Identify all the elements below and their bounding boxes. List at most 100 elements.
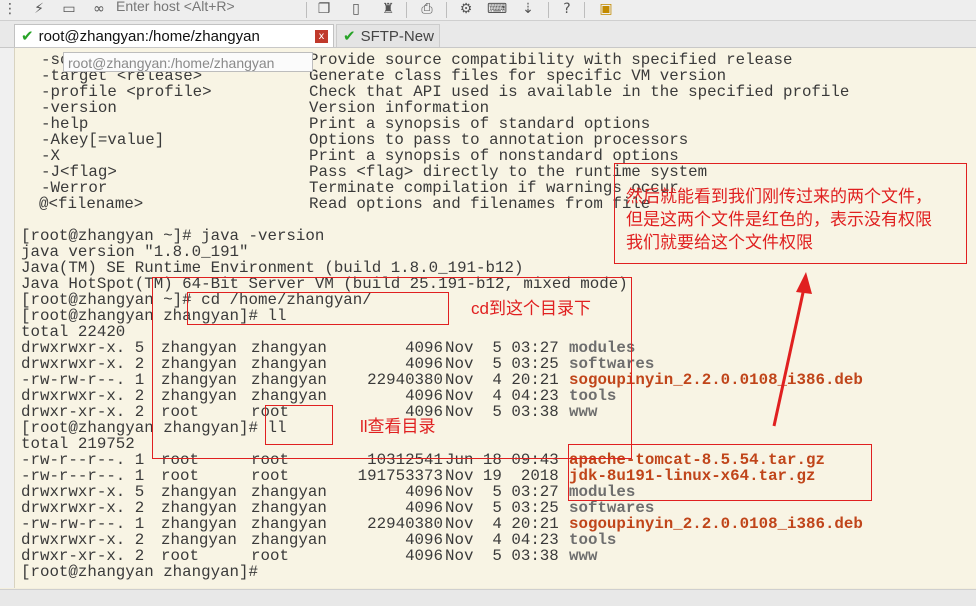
tab-label: SFTP-New	[360, 27, 434, 45]
file-size: 4096	[405, 483, 443, 501]
keymap-icon[interactable]: ⌨	[486, 1, 508, 17]
file-size: 4096	[405, 531, 443, 549]
help-option-row: -X Print a synopsis of nonstandard option…	[15, 148, 955, 164]
file-date: Nov 5 03:27	[445, 483, 559, 501]
file-owner: zhangyan	[161, 499, 237, 517]
toolbar-divider	[306, 2, 307, 18]
connected-check-icon: ✔	[21, 27, 34, 45]
option-flag: -help	[41, 115, 89, 133]
file-owner: root	[161, 547, 199, 565]
annotation-main-note-line2: 但是这两个文件是红色的，表示没有权限	[626, 210, 932, 229]
option-description: Print a synopsis of nonstandard options	[309, 147, 679, 165]
help-option-row: -version Version information	[15, 100, 955, 116]
option-flag: @<filename>	[39, 195, 144, 213]
file-name: sogoupinyin_2.2.0.0108_i386.deb	[569, 515, 863, 533]
toolbar-divider	[548, 2, 549, 18]
option-description: Generate class files for specific VM ver…	[309, 67, 727, 85]
annotation-cd-note: cd到这个目录下	[471, 299, 591, 318]
file-size: 22940380	[367, 515, 443, 533]
annotation-box-cd-command	[187, 292, 449, 325]
toolbar-divider	[406, 2, 407, 18]
listing-row: -rw-rw-r--. 1 zhangyan zhangyan 22940380 Nov…	[21, 516, 961, 532]
help-option-row: -Akey[=value] Options to pass to annotati…	[15, 132, 955, 148]
file-permissions: drwxr-xr-x. 2	[21, 547, 145, 565]
flash-icon[interactable]: ⚡	[30, 1, 48, 17]
host-input[interactable]: Enter host <Alt+R>	[116, 0, 296, 16]
link-icon[interactable]: ∞	[88, 1, 110, 17]
tab-tooltip: root@zhangyan:/home/zhangyan	[63, 52, 313, 72]
annotation-main-note-line1: 然后就能看到我们刚传过来的两个文件，	[626, 187, 932, 206]
toolbar-divider	[584, 2, 585, 18]
option-description: Print a synopsis of standard options	[309, 115, 651, 133]
option-description: Read options and filenames from file	[309, 195, 651, 213]
file-date: Nov 4 04:23	[445, 531, 559, 549]
connected-check-icon: ✔	[343, 27, 356, 45]
file-size: 191753373	[357, 467, 443, 485]
file-date: Nov 5 03:38	[445, 547, 559, 565]
file-name: www	[569, 547, 598, 565]
file-permissions: -rw-r--r--. 1	[21, 451, 145, 469]
file-permissions: drwxrwxr-x. 5	[21, 339, 145, 357]
left-gutter	[0, 48, 14, 588]
file-owner: zhangyan	[161, 515, 237, 533]
file-group: root	[251, 467, 289, 485]
file-permissions: -rw-rw-r--. 1	[21, 371, 145, 389]
terminal-prompt[interactable]: [root@zhangyan zhangyan]#	[21, 564, 961, 580]
option-description: Provide source compatibility with specif…	[309, 51, 793, 69]
file-permissions: drwxrwxr-x. 2	[21, 355, 145, 373]
option-description: Version information	[309, 99, 490, 117]
file-size: 4096	[405, 547, 443, 565]
sftp-icon[interactable]: ⇣	[518, 1, 538, 17]
file-name: tools	[569, 531, 617, 549]
option-flag: -Akey[=value]	[41, 131, 165, 149]
annotation-arrow	[772, 272, 812, 427]
file-date: Nov 19 2018	[445, 467, 559, 485]
option-flag: -J<flag>	[41, 163, 117, 181]
help-option-row: -profile <profile> Check that API used is…	[15, 84, 955, 100]
tab-close-button[interactable]: x	[315, 30, 328, 43]
annotation-ll-note: ll查看目录	[360, 417, 436, 436]
listing-row: drwxrwxr-x. 2 zhangyan zhangyan 4096 Nov 4 0…	[21, 532, 961, 548]
settings-icon[interactable]: ⚙	[456, 1, 476, 17]
tab-root-session[interactable]: ✔ root@zhangyan:/home/zhangyan x	[14, 24, 334, 47]
file-permissions: drwxr-xr-x. 2	[21, 403, 145, 421]
file-name: softwares	[569, 499, 655, 517]
file-permissions: drwxrwxr-x. 2	[21, 387, 145, 405]
file-permissions: drwxrwxr-x. 5	[21, 483, 145, 501]
file-owner: zhangyan	[161, 531, 237, 549]
lock-icon[interactable]: ▣	[596, 1, 616, 17]
option-flag: -profile <profile>	[41, 83, 212, 101]
tab-bar: ✔ root@zhangyan:/home/zhangyan x ✔ SFTP-…	[0, 21, 976, 48]
horizontal-scrollbar[interactable]	[0, 589, 976, 606]
annotation-box-new-files	[568, 444, 872, 501]
find-icon[interactable]: ♜	[378, 1, 398, 17]
listing-row: drwxr-xr-x. 2 root root 4096 Nov 5 03:38 www	[21, 548, 961, 564]
file-permissions: drwxrwxr-x. 2	[21, 499, 145, 517]
window-icon[interactable]: ▭	[58, 1, 80, 17]
option-description: Options to pass to annotation processors	[309, 131, 689, 149]
file-permissions: drwxrwxr-x. 2	[21, 531, 145, 549]
listing-row: drwxrwxr-x. 2 zhangyan zhangyan 4096 Nov 5 0…	[21, 500, 961, 516]
tab-label: root@zhangyan:/home/zhangyan	[38, 27, 260, 45]
paste-icon[interactable]: ▯	[346, 1, 366, 17]
print-icon[interactable]: ⎙	[416, 1, 438, 17]
file-owner: zhangyan	[161, 483, 237, 501]
copy-icon[interactable]: ❐	[314, 1, 334, 17]
file-date: Nov 5 03:25	[445, 499, 559, 517]
help-icon[interactable]: ?	[558, 1, 576, 17]
file-date: Nov 4 20:21	[445, 515, 559, 533]
file-group: root	[251, 547, 289, 565]
file-permissions: -rw-r--r--. 1	[21, 467, 145, 485]
option-description: Check that API used is available in the …	[309, 83, 850, 101]
option-flag: -Werror	[41, 179, 108, 197]
toolbar: ⋮ ⚡ ▭ ∞ Enter host <Alt+R> ❐ ▯ ♜ ⎙ ⚙ ⌨ ⇣…	[0, 0, 976, 21]
terminal-icon[interactable]: ⋮	[2, 1, 18, 17]
help-option-row: -help Print a synopsis of standard option…	[15, 116, 955, 132]
option-flag: -version	[41, 99, 117, 117]
file-owner: root	[161, 467, 199, 485]
annotation-main-note-line3: 我们就要给这个文件权限	[626, 233, 813, 252]
tab-sftp-new[interactable]: ✔ SFTP-New	[336, 24, 440, 47]
file-permissions: -rw-rw-r--. 1	[21, 515, 145, 533]
toolbar-divider	[446, 2, 447, 18]
file-size: 4096	[405, 499, 443, 517]
